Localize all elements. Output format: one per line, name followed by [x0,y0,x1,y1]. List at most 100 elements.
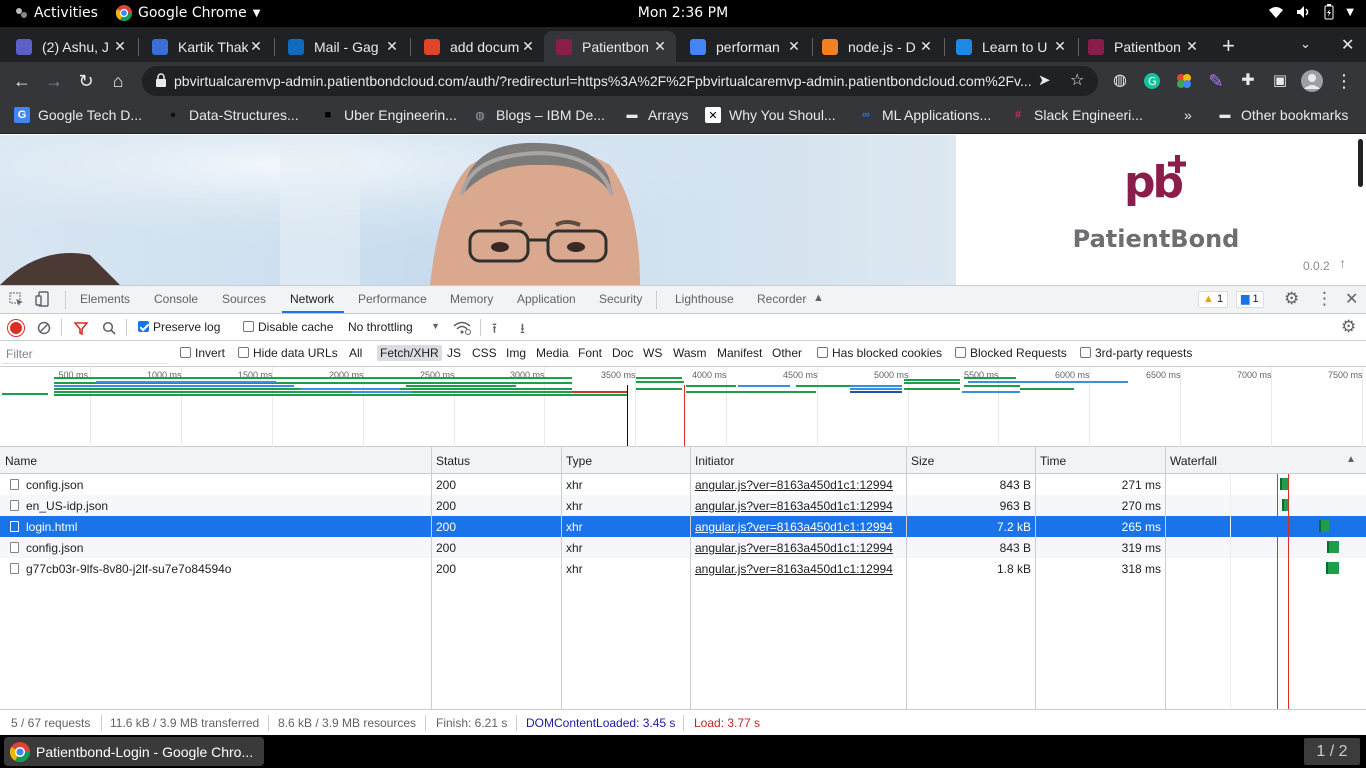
bookmark-item[interactable]: # Slack Engineeri... [1010,107,1143,123]
bookmark-item[interactable]: ✕ Why You Shoul... [705,107,836,123]
blocked-cookies-checkbox[interactable]: Has blocked cookies [817,346,942,360]
browser-tab[interactable]: add docum ✕ [412,31,544,62]
new-tab-icon[interactable]: + [1222,33,1235,59]
browser-tab[interactable]: Patientbon ✕ [544,31,676,62]
initiator-link[interactable]: angular.js?ver=8163a450d1c1:12994 [695,478,893,492]
warnings-badge[interactable]: ▲ 1 [1198,291,1229,308]
taskbar-window-item[interactable]: Patientbond-Login - Google Chro... [4,737,264,766]
browser-tab[interactable]: Patientbon ✕ [1076,31,1208,62]
back-arrow-icon[interactable]: ← [10,69,34,93]
export-har-icon[interactable]: ⭳ [520,318,525,342]
type-filter-media[interactable]: Media [536,346,569,360]
type-filter-ws[interactable]: WS [643,346,662,360]
devtools-tab-security[interactable]: Security [599,292,642,306]
color-extension-icon[interactable] [1172,69,1196,93]
workspace-indicator[interactable]: 1 / 2 [1304,738,1360,765]
tab-search-chevron-icon[interactable]: ⌄ [1300,36,1311,52]
record-icon[interactable] [10,322,22,334]
initiator-link[interactable]: angular.js?ver=8163a450d1c1:12994 [695,541,893,555]
column-header-waterfall[interactable]: Waterfall [1170,454,1217,468]
close-tab-icon[interactable]: ✕ [112,38,128,55]
activities-button[interactable]: Activities [14,5,98,21]
bookmark-item[interactable]: ◍ Blogs – IBM De... [472,107,605,123]
table-row[interactable]: config.json 200 xhr angular.js?ver=8163a450… [0,537,1366,558]
send-icon[interactable]: ➤ [1038,71,1051,89]
table-row[interactable]: g77cb03r-9lfs-8v80-j2lf-su7e7o84594o 200 x… [0,558,1366,579]
browser-tab[interactable]: Kartik Thak ✕ [140,31,272,62]
close-tab-icon[interactable]: ✕ [384,38,400,55]
devtools-tab-elements[interactable]: Elements [80,292,130,306]
globe-extension-icon[interactable]: ◍ [1108,69,1132,93]
bookmark-item[interactable]: ● Data-Structures... [165,107,299,123]
cell-initiator[interactable]: angular.js?ver=8163a450d1c1:12994 [695,520,901,534]
profile-avatar[interactable] [1300,69,1324,93]
bookmark-item[interactable]: G Google Tech D... [14,107,142,123]
cell-initiator[interactable]: angular.js?ver=8163a450d1c1:12994 [695,562,901,576]
devtools-tab-performance[interactable]: Performance [358,292,427,306]
column-header-type[interactable]: Type [566,454,592,468]
type-filter-all[interactable]: All [349,346,362,360]
column-header-time[interactable]: Time [1040,454,1066,468]
close-tab-icon[interactable]: ✕ [1052,38,1068,55]
blocked-requests-checkbox[interactable]: Blocked Requests [955,346,1067,360]
devtools-tab-sources[interactable]: Sources [222,292,266,306]
browser-tab[interactable]: Learn to U ✕ [944,31,1076,62]
home-icon[interactable]: ⌂ [106,69,130,93]
devtools-tab-lighthouse[interactable]: Lighthouse [675,292,734,306]
type-filter-img[interactable]: Img [506,346,526,360]
side-panel-icon[interactable]: ▣ [1268,69,1292,93]
type-filter-font[interactable]: Font [578,346,602,360]
close-tab-icon[interactable]: ✕ [652,38,668,55]
third-party-checkbox[interactable]: 3rd-party requests [1080,346,1192,360]
browser-tab[interactable]: (2) Ashu, J ✕ [4,31,136,62]
column-header-status[interactable]: Status [436,454,470,468]
app-menu[interactable]: Google Chrome ▼ [116,5,260,21]
close-devtools-icon[interactable]: ✕ [1345,289,1358,309]
browser-tab[interactable]: performan ✕ [678,31,810,62]
table-row[interactable]: login.html 200 xhr angular.js?ver=8163a450d… [0,516,1366,537]
browser-tab[interactable]: node.js - D ✕ [810,31,942,62]
column-header-initiator[interactable]: Initiator [695,454,734,468]
browser-tab[interactable]: Mail - Gag ✕ [276,31,408,62]
extensions-puzzle-icon[interactable]: ✚ [1236,69,1260,93]
initiator-link[interactable]: angular.js?ver=8163a450d1c1:12994 [695,562,893,576]
reload-icon[interactable]: ↻ [74,69,98,93]
hide-data-urls-checkbox[interactable]: Hide data URLs [238,346,338,360]
devtools-tab-memory[interactable]: Memory [450,292,493,306]
url-text[interactable]: pbvirtualcaremvp-admin.patientbondcloud.… [174,73,1034,89]
devtools-tab-console[interactable]: Console [154,292,198,306]
type-filter-doc[interactable]: Doc [612,346,633,360]
messages-badge[interactable]: ▆ 1 [1236,291,1264,308]
close-tab-icon[interactable]: ✕ [248,38,264,55]
import-har-icon[interactable]: ⭱ [492,318,497,342]
column-header-size[interactable]: Size [911,454,934,468]
device-toolbar-icon[interactable] [35,291,51,307]
table-row[interactable]: config.json 200 xhr angular.js?ver=8163a450… [0,474,1366,495]
forward-arrow-icon[interactable]: → [42,69,66,93]
clear-icon[interactable] [37,321,51,335]
page-scrollbar[interactable] [1358,139,1363,187]
type-filter-wasm[interactable]: Wasm [673,346,707,360]
cell-initiator[interactable]: angular.js?ver=8163a450d1c1:12994 [695,499,901,513]
chrome-menu-icon[interactable]: ⋮ [1332,69,1356,93]
system-tray[interactable]: ▼ [1268,4,1354,20]
bookmarks-overflow-button[interactable]: » [1184,107,1192,123]
network-settings-gear-icon[interactable]: ⚙ [1341,317,1356,337]
close-tab-icon[interactable]: ✕ [1184,38,1200,55]
disable-cache-checkbox[interactable]: Disable cache [243,320,333,334]
type-filter-manifest[interactable]: Manifest [717,346,762,360]
customize-menu-icon[interactable]: ⋮ [1316,289,1333,309]
initiator-link[interactable]: angular.js?ver=8163a450d1c1:12994 [695,520,893,534]
type-filter-css[interactable]: CSS [472,346,497,360]
table-row[interactable]: en_US-idp.json 200 xhr angular.js?ver=8163a… [0,495,1366,516]
devtools-tab-network[interactable]: Network [290,292,334,306]
bookmark-star-icon[interactable]: ☆ [1070,70,1084,90]
feather-extension-icon[interactable]: ✎ [1204,69,1228,93]
omnibox[interactable]: pbvirtualcaremvp-admin.patientbondcloud.… [142,66,1098,96]
cell-initiator[interactable]: angular.js?ver=8163a450d1c1:12994 [695,478,901,492]
network-conditions-icon[interactable] [453,321,471,335]
invert-checkbox[interactable]: Invert [180,346,225,360]
inspect-element-icon[interactable] [9,292,24,307]
cell-initiator[interactable]: angular.js?ver=8163a450d1c1:12994 [695,541,901,555]
bookmark-item[interactable]: ▬ Arrays [624,107,688,123]
